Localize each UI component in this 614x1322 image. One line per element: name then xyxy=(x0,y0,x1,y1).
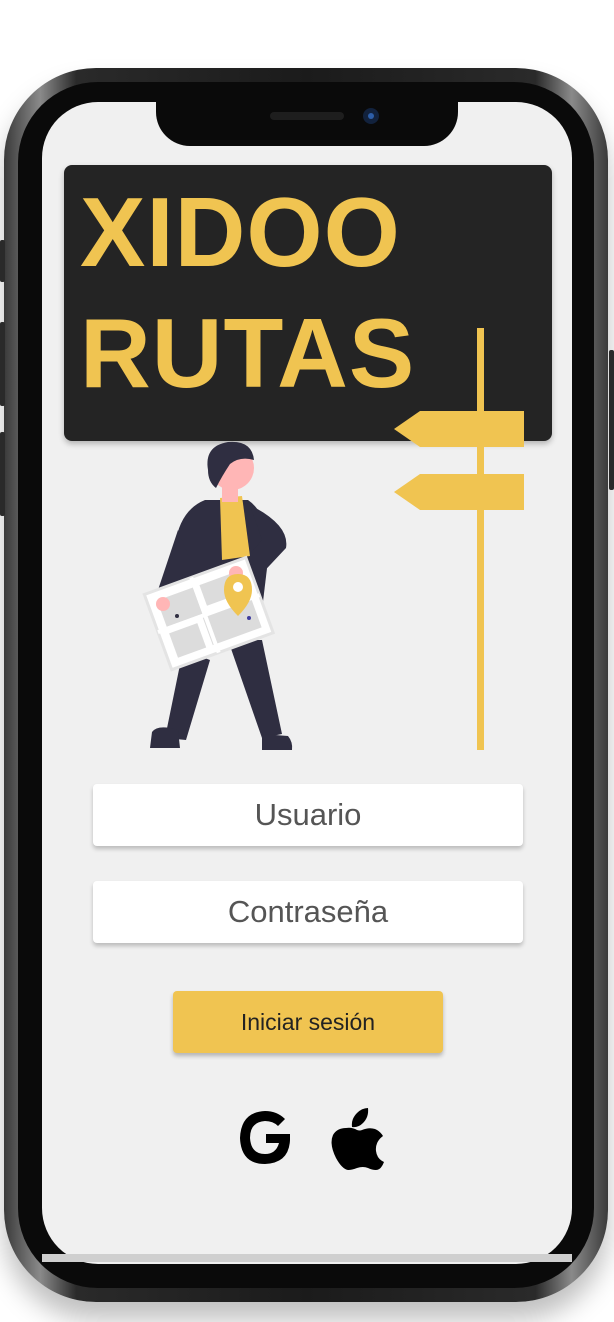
volume-down-button xyxy=(0,432,5,516)
username-input[interactable] xyxy=(93,784,523,846)
volume-up-button xyxy=(0,322,5,406)
login-button[interactable]: Iniciar sesión xyxy=(173,991,443,1053)
password-input[interactable] xyxy=(93,881,523,943)
apple-icon xyxy=(331,1108,384,1170)
mute-switch xyxy=(0,240,5,282)
google-signin-button[interactable] xyxy=(232,1104,298,1170)
home-indicator-area xyxy=(42,1254,572,1262)
app-title-line-2: RUTAS xyxy=(80,298,416,408)
apple-signin-button[interactable] xyxy=(324,1104,390,1170)
front-camera xyxy=(363,108,379,124)
app-title-line-1: XIDOO xyxy=(80,177,401,287)
speaker xyxy=(270,112,344,120)
power-button xyxy=(609,350,614,490)
google-icon xyxy=(240,1111,290,1164)
notch xyxy=(156,98,458,146)
